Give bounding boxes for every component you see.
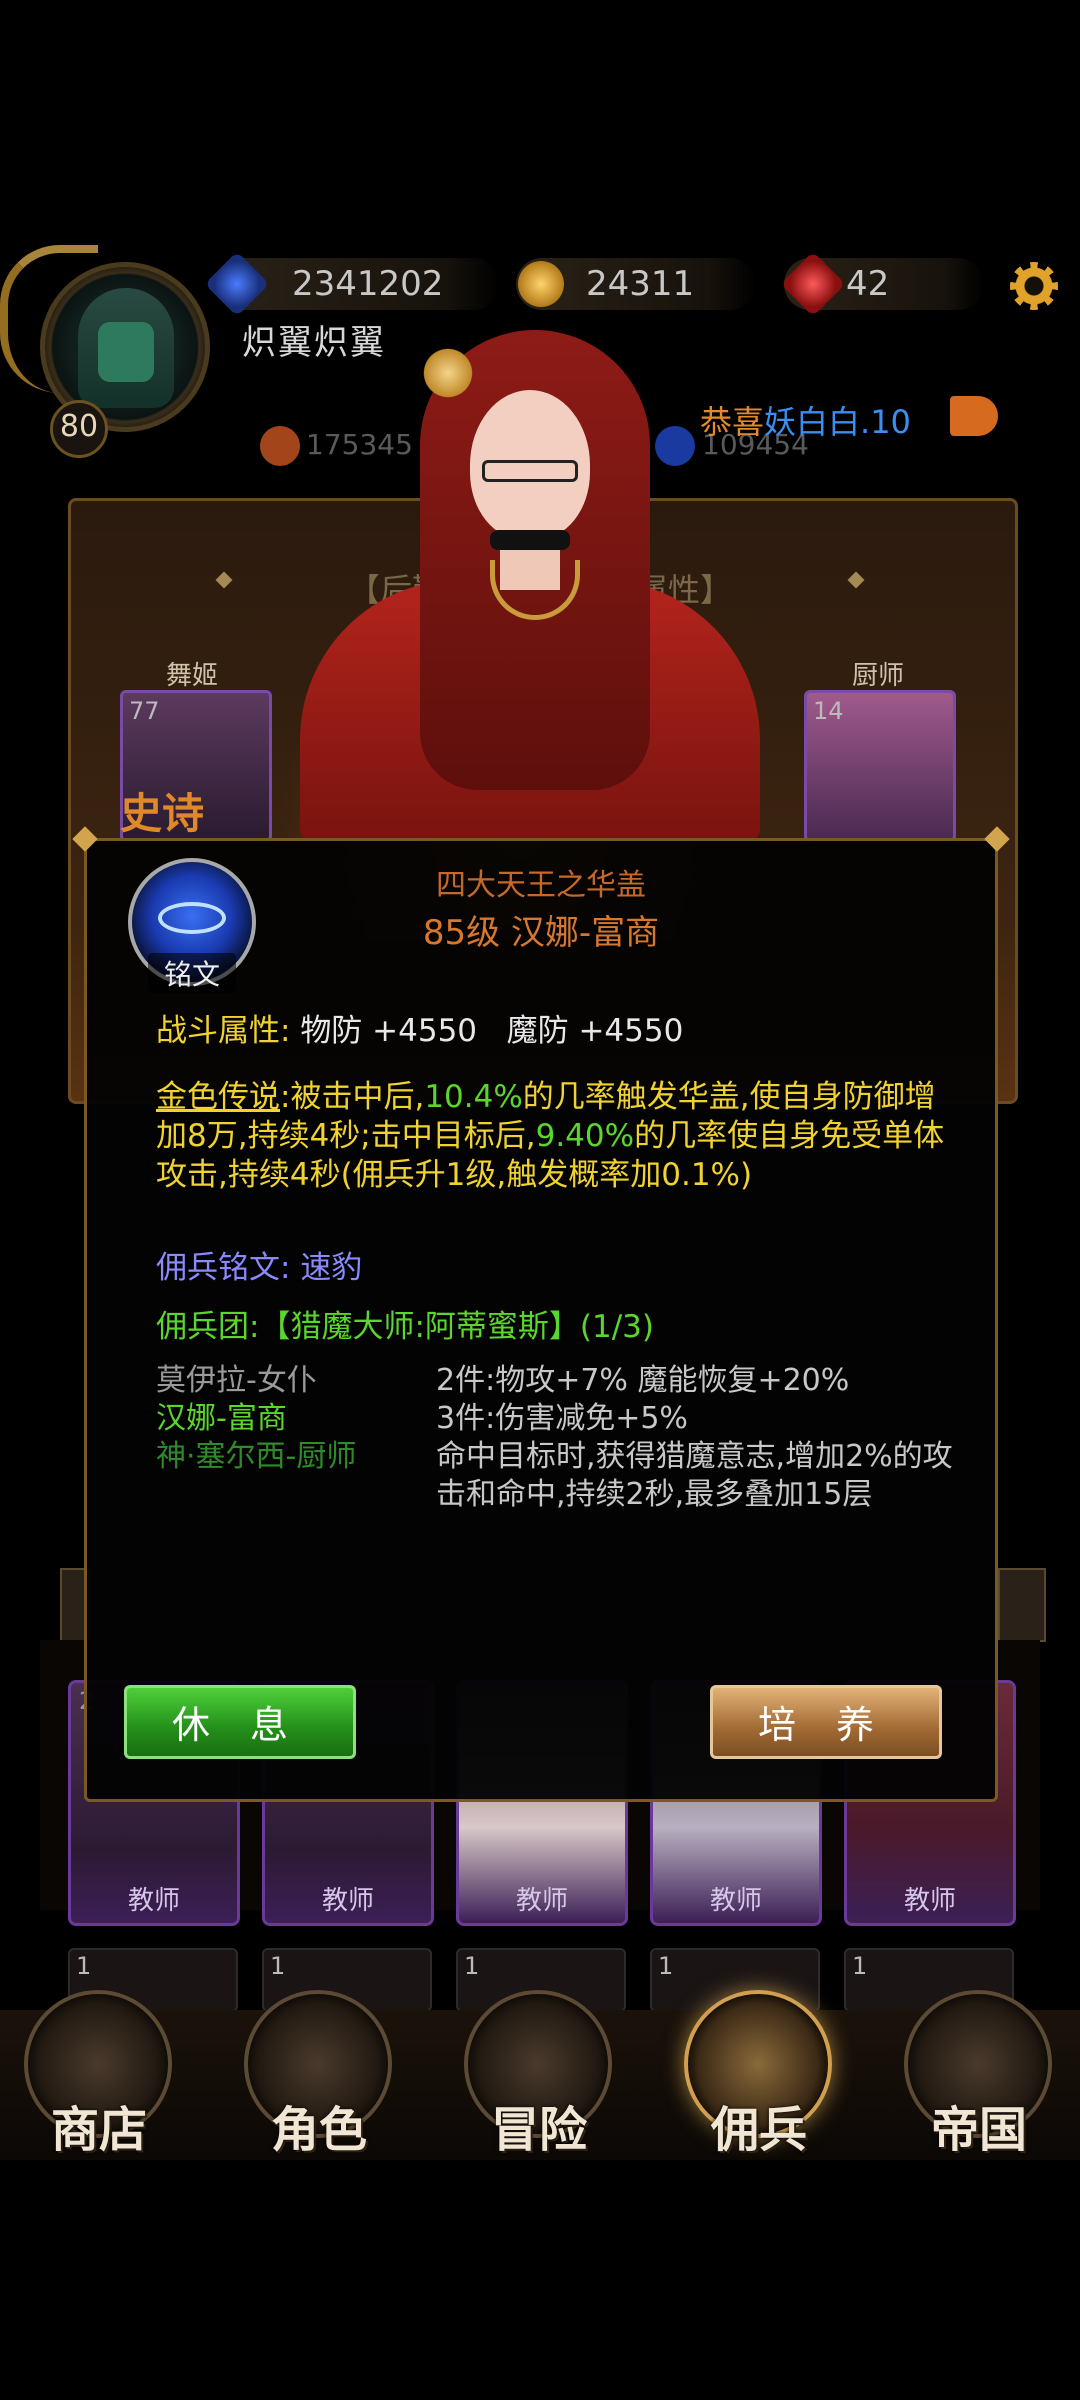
legendary-description: 金色传说:被击中后,10.4%的几率触发华盖,使自身防御增加8万,持续4秒;击中… [156,1078,946,1195]
settings-gear-icon[interactable] [1010,262,1058,310]
side-tab-right[interactable] [998,1568,1046,1642]
group-member-1: 莫伊拉-女仆 [156,1363,317,1398]
announce-prefix: 恭喜 [700,403,765,441]
card-label: 教师 [903,1886,956,1916]
nav-mercenary[interactable]: 佣兵 [684,1990,834,2160]
set-bonus-description: 命中目标时,获得猎魔意志,增加2%的攻击和命中,持续2秒,最多叠加15层 [436,1439,953,1512]
emblem-label: 铭文 [148,953,236,993]
card-number: 1 [76,1952,92,1980]
water-orb-icon [655,426,695,466]
inscription-label: 佣兵铭文: [156,1250,291,1286]
character-collar [490,530,570,550]
combat-values: 物防 +4550 魔防 +4550 [300,1013,684,1049]
set-bonus-3: 3件:伤害减免+5% [436,1401,688,1436]
nav-label: 角色 [270,2102,367,2158]
nav-label: 冒险 [490,2102,587,2158]
megaphone-icon[interactable] [950,396,998,436]
mercenary-group: 佣兵团:【猎魔大师:阿蒂蜜斯】(1/3) [156,1308,956,1347]
hair-flower-icon [420,345,476,401]
nav-label: 佣兵 [710,2102,807,2158]
card-number: 1 [852,1952,868,1980]
group-label: 佣兵团:【猎魔大师:阿蒂蜜斯】(1/3) [156,1309,654,1345]
ruby-amount: 42 [846,264,890,304]
group-member-3: 神·塞尔西-厨师 [156,1439,357,1474]
nav-adventure[interactable]: 冒险 [464,1990,614,2160]
rarity-label: 史诗 [120,789,205,838]
lore-chance-2: 9.40% [535,1118,635,1154]
mercenary-inscription: 佣兵铭文: 速豹 [156,1249,956,1288]
legendary-label: 金色传说 [156,1079,280,1115]
inscription-value: 速豹 [300,1250,363,1286]
train-button[interactable]: 培养 [710,1685,942,1759]
combat-label: 战斗属性: [156,1013,291,1049]
nav-shop[interactable]: 商店 [24,1990,174,2160]
gold-coin-icon [518,261,564,307]
player-name: 炽翼炽翼 [242,323,386,363]
nav-label: 商店 [50,2102,147,2158]
crystal-amount: 2341202 [292,264,444,304]
slot-label-dancer: 舞姬 [166,661,219,691]
nav-label: 帝国 [930,2102,1027,2158]
lore-text-1: :被击中后, [280,1079,425,1115]
slot-level: 77 [129,697,160,725]
avatar-face [98,322,154,382]
card-label: 教师 [127,1886,180,1916]
card-label: 教师 [321,1886,374,1916]
announce-player: 妖白白.10 [764,403,911,441]
rest-button[interactable]: 休息 [124,1685,356,1759]
combat-stats: 战斗属性: 物防 +4550 魔防 +4550 [156,1012,956,1051]
sub-resource-1: 175345 [306,428,413,461]
card-number: 1 [464,1952,480,1980]
slot-label-chef: 厨师 [852,661,905,691]
card-number: 1 [658,1952,674,1980]
slot-card-chef[interactable]: 14 [804,690,956,842]
level-badge: 80 [50,400,108,458]
lore-chance-1: 10.4% [424,1079,523,1115]
slot-level: 14 [813,697,844,725]
nav-character[interactable]: 角色 [244,1990,394,2160]
mercenary-title: 85级 汉娜-富商 [422,913,660,953]
fire-orb-icon [260,426,300,466]
card-label: 教师 [515,1886,568,1916]
gold-amount: 24311 [586,264,695,304]
equipment-set-name: 四大天王之华盖 [436,868,646,903]
set-bonus-2: 2件:物攻+7% 魔能恢复+20% [436,1363,850,1398]
group-member-2: 汉娜-富商 [156,1401,287,1436]
card-label: 教师 [709,1886,762,1916]
card-number: 1 [270,1952,286,1980]
glasses-icon [482,460,578,482]
nav-empire[interactable]: 帝国 [904,1990,1054,2160]
announcement[interactable]: 恭喜妖白白.10 [700,397,911,443]
